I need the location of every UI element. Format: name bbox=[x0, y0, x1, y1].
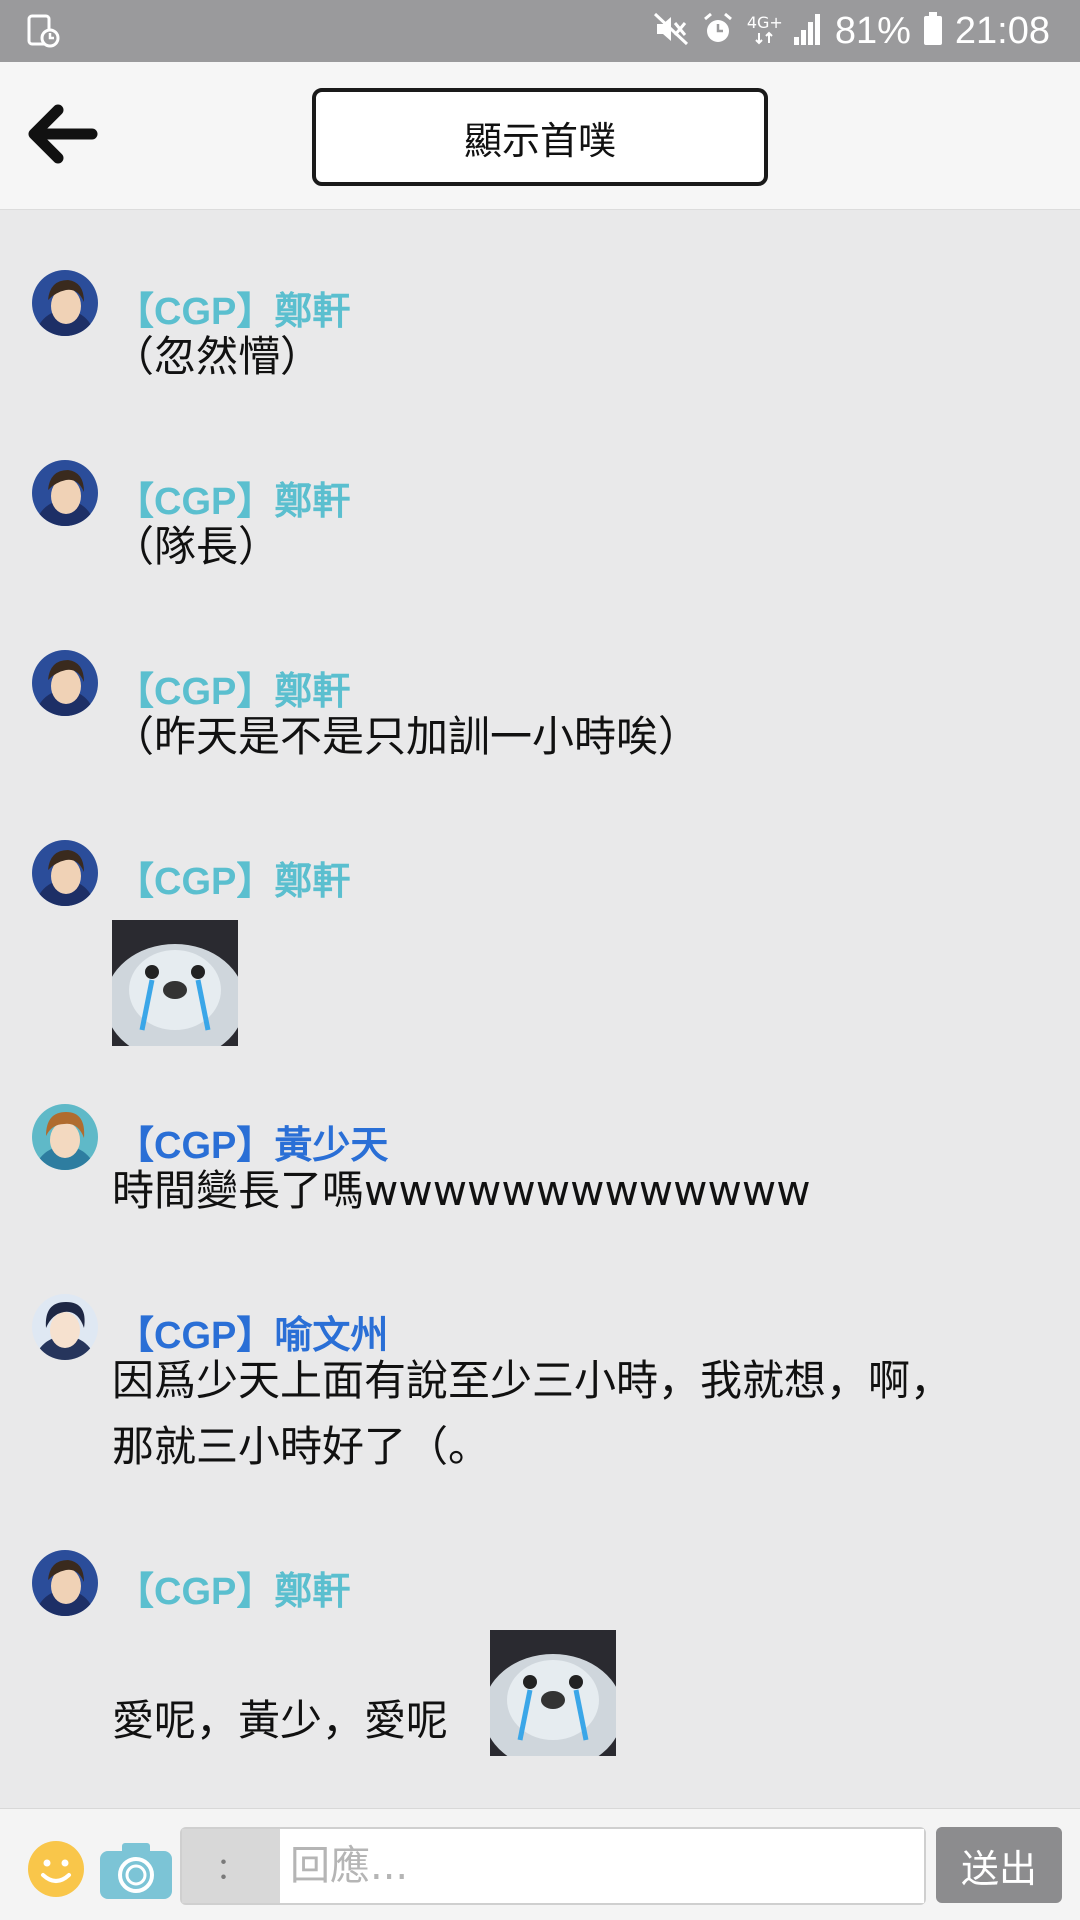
status-bar: 4G+ 81% 21:08 bbox=[0, 0, 1080, 62]
screenshot-notification-icon bbox=[26, 14, 60, 52]
avatar[interactable] bbox=[32, 1294, 98, 1360]
message-text: （昨天是不是只加訓一小時唉） bbox=[112, 712, 701, 761]
message-text-line1: 因爲少天上面有說至少三小時，我就想，啊， bbox=[112, 1356, 953, 1405]
back-arrow-icon bbox=[28, 104, 98, 164]
network-type-icon: 4G+ bbox=[746, 12, 783, 48]
reply-input-box: ： bbox=[180, 1827, 926, 1905]
smiley-icon bbox=[28, 1841, 84, 1897]
mute-icon bbox=[653, 12, 689, 50]
avatar[interactable] bbox=[32, 1104, 98, 1170]
clock: 21:08 bbox=[954, 9, 1050, 52]
message-text: （忽然懵） bbox=[112, 332, 323, 381]
crying-seal-sticker[interactable] bbox=[490, 1630, 616, 1756]
top-bar: 顯示首噗 bbox=[0, 62, 1080, 210]
avatar[interactable] bbox=[32, 270, 98, 336]
avatar[interactable] bbox=[32, 840, 98, 906]
battery-percent: 81% bbox=[834, 9, 911, 52]
message-text-line2: 那就三小時好了（。 bbox=[112, 1422, 491, 1471]
back-button[interactable] bbox=[28, 104, 98, 164]
signal-icon bbox=[793, 13, 823, 49]
camera-button[interactable] bbox=[98, 1839, 174, 1901]
message-list: 【CGP】鄭軒 （忽然懵） 【CGP】鄭軒 （隊長） 【CGP】鄭軒 （昨天是不 bbox=[0, 210, 1080, 1808]
message-text: 時間變長了嗎wwwwwwwwwwwww bbox=[112, 1166, 811, 1215]
avatar[interactable] bbox=[32, 460, 98, 526]
author-name[interactable]: 【CGP】鄭軒 bbox=[116, 850, 350, 905]
crying-seal-sticker[interactable] bbox=[112, 920, 238, 1046]
qualifier-selector[interactable]: ： bbox=[182, 1829, 280, 1903]
reply-bar: ： 送出 bbox=[0, 1808, 1080, 1920]
avatar[interactable] bbox=[32, 650, 98, 716]
avatar[interactable] bbox=[32, 1550, 98, 1616]
reply-input[interactable] bbox=[280, 1829, 924, 1903]
show-first-post-button[interactable]: 顯示首噗 bbox=[312, 88, 768, 186]
alarm-icon bbox=[701, 12, 735, 50]
message-text: 愛呢，黃少，愛呢 bbox=[112, 1696, 449, 1745]
message-text: （隊長） bbox=[112, 522, 281, 571]
send-button[interactable]: 送出 bbox=[936, 1827, 1062, 1903]
author-name[interactable]: 【CGP】鄭軒 bbox=[116, 1560, 350, 1615]
emoji-button[interactable] bbox=[26, 1839, 86, 1899]
camera-icon bbox=[100, 1843, 172, 1899]
network-type-label: 4G+ bbox=[746, 12, 783, 32]
battery-icon bbox=[923, 12, 943, 50]
